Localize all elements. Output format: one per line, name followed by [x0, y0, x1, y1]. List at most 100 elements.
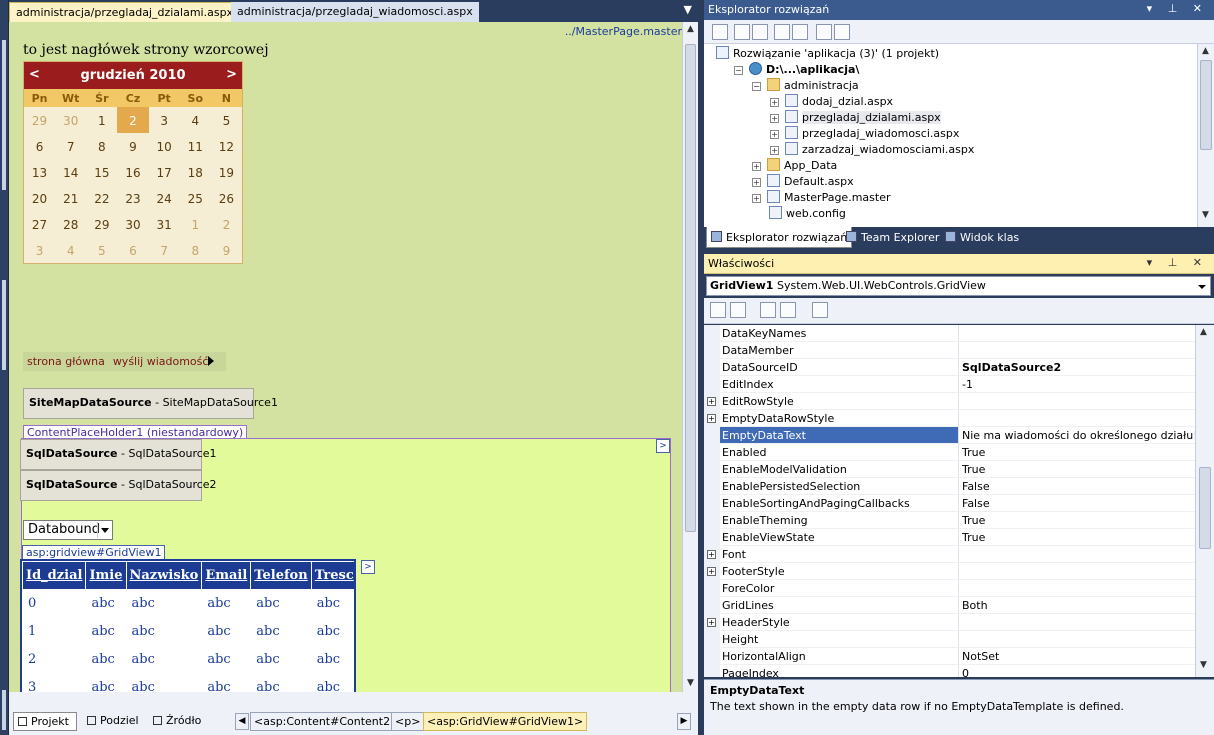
- events-lightning-icon[interactable]: [780, 302, 796, 318]
- property-value[interactable]: SqlDataSource2: [959, 359, 1195, 376]
- property-name[interactable]: DataKeyNames: [720, 325, 959, 342]
- scroll-up-icon[interactable]: ▲: [683, 24, 698, 38]
- scroll-thumb[interactable]: [1200, 60, 1212, 150]
- property-pages-icon[interactable]: [812, 302, 828, 318]
- property-value[interactable]: False: [959, 478, 1195, 495]
- property-row[interactable]: EnableTheming True: [704, 512, 1195, 529]
- crumb-scroll-right-icon[interactable]: ▶: [677, 713, 691, 730]
- property-name[interactable]: EnableModelValidation: [720, 461, 959, 478]
- tree-item[interactable]: + Default.aspx: [752, 174, 854, 190]
- calendar-day[interactable]: 1: [180, 211, 211, 237]
- gridview-header-cell[interactable]: Nazwisko: [125, 561, 203, 590]
- property-value[interactable]: [959, 631, 1195, 648]
- property-name[interactable]: EmptyDataText: [720, 427, 959, 444]
- side-tab[interactable]: [2, 690, 6, 730]
- tree-item[interactable]: + przegladaj_wiadomosci.aspx: [770, 126, 959, 142]
- calendar-day[interactable]: 4: [180, 107, 211, 133]
- tree-item[interactable]: web.config: [752, 206, 846, 222]
- tab-zrodlo[interactable]: Źródło: [149, 712, 213, 731]
- calendar-day[interactable]: 7: [55, 133, 86, 159]
- calendar[interactable]: < grudzień 2010 > Pn Wt Śr Cz Pt So N 29 30 1 2 3 4 5…: [23, 61, 243, 264]
- calendar-day[interactable]: 1: [86, 107, 117, 133]
- tree-item[interactable]: + MasterPage.master: [752, 190, 890, 206]
- property-name[interactable]: DataMember: [720, 342, 959, 359]
- copy-website-icon[interactable]: [816, 24, 832, 40]
- property-row[interactable]: + EmptyDataRowStyle: [704, 410, 1195, 427]
- view-code-icon[interactable]: [774, 24, 790, 40]
- categorized-icon[interactable]: [710, 302, 726, 318]
- calendar-day[interactable]: 3: [149, 107, 180, 133]
- asp-config-icon[interactable]: [834, 24, 850, 40]
- calendar-day[interactable]: 10: [149, 133, 180, 159]
- calendar-day[interactable]: 9: [211, 237, 242, 263]
- property-name[interactable]: Height: [720, 631, 959, 648]
- property-value[interactable]: Both: [959, 597, 1195, 614]
- menu-item-wyslij-wiadomosc[interactable]: wyślij wiadomość: [113, 355, 209, 368]
- calendar-day[interactable]: 3: [24, 237, 55, 263]
- calendar-day[interactable]: 22: [86, 185, 117, 211]
- properties-object-selector[interactable]: GridView1 System.Web.UI.WebControls.Grid…: [706, 276, 1211, 296]
- calendar-day[interactable]: 27: [24, 211, 55, 237]
- calendar-day[interactable]: 30: [55, 107, 86, 133]
- scroll-thumb[interactable]: [1199, 467, 1211, 549]
- property-name[interactable]: Enabled: [720, 444, 959, 461]
- calendar-day[interactable]: 29: [86, 211, 117, 237]
- gridview-header-cell[interactable]: Id_dzial: [22, 561, 87, 590]
- property-value[interactable]: [959, 563, 1195, 580]
- content-placeholder[interactable]: > SqlDataSource - SqlDataSource1 SqlData…: [20, 438, 671, 692]
- expand-icon[interactable]: +: [707, 550, 716, 559]
- calendar-day[interactable]: 25: [180, 185, 211, 211]
- property-row[interactable]: Height: [704, 631, 1195, 648]
- scroll-up-icon[interactable]: ▲: [1198, 46, 1213, 60]
- expand-icon[interactable]: +: [752, 178, 761, 187]
- panel-window-buttons[interactable]: ▾ ⊥ ✕: [1147, 2, 1208, 15]
- collapse-icon[interactable]: −: [752, 82, 761, 91]
- calendar-day[interactable]: 23: [117, 185, 148, 211]
- tree-item[interactable]: Rozwiązanie 'aplikacja (3)' (1 projekt): [716, 46, 939, 62]
- breadcrumb-p[interactable]: <p>: [391, 712, 425, 731]
- property-value[interactable]: [959, 410, 1195, 427]
- toolbox-tab[interactable]: [2, 40, 6, 190]
- gridview-header-cell[interactable]: Imie: [85, 561, 127, 590]
- property-name[interactable]: FooterStyle: [720, 563, 959, 580]
- expand-icon[interactable]: +: [752, 162, 761, 171]
- refresh-icon[interactable]: [734, 24, 750, 40]
- tab-widok-klas[interactable]: Widok klas: [941, 227, 1023, 248]
- gridview[interactable]: Id_dzial Imie Nazwisko Email Telefon Tresc 0a…: [20, 559, 356, 692]
- alphabetical-icon[interactable]: [730, 302, 746, 318]
- tab-projekt[interactable]: Projekt: [13, 712, 77, 731]
- calendar-day[interactable]: 2: [211, 211, 242, 237]
- master-page-path[interactable]: ../MasterPage.master: [565, 25, 682, 38]
- property-value[interactable]: [959, 580, 1195, 597]
- calendar-day[interactable]: 19: [211, 159, 242, 185]
- calendar-day[interactable]: 9: [117, 133, 148, 159]
- horizontal-scrollbar[interactable]: [9, 694, 682, 708]
- property-name[interactable]: EnableSortingAndPagingCallbacks: [720, 495, 959, 512]
- server-explorer-tab[interactable]: [2, 280, 6, 370]
- calendar-day[interactable]: 6: [117, 237, 148, 263]
- property-name[interactable]: EnablePersistedSelection: [720, 478, 959, 495]
- property-row[interactable]: DataMember: [704, 342, 1195, 359]
- sql-datasource-2-control[interactable]: SqlDataSource - SqlDataSource2: [20, 470, 217, 501]
- calendar-day[interactable]: 14: [55, 159, 86, 185]
- property-row[interactable]: EnableSortingAndPagingCallbacks False: [704, 495, 1195, 512]
- tab-przegladaj-wiadomosci[interactable]: administracja/przegladaj_wiadomosci.aspx: [231, 2, 479, 22]
- property-row[interactable]: EnablePersistedSelection False: [704, 478, 1195, 495]
- property-row[interactable]: + HeaderStyle: [704, 614, 1195, 631]
- calendar-day[interactable]: 5: [86, 237, 117, 263]
- property-name[interactable]: PageIndex: [720, 665, 959, 677]
- property-row[interactable]: PageIndex 0: [704, 665, 1195, 677]
- breadcrumb-gridview[interactable]: <asp:GridView#GridView1>: [423, 712, 588, 731]
- property-value[interactable]: [959, 546, 1195, 563]
- calendar-day[interactable]: 18: [180, 159, 211, 185]
- property-name[interactable]: DataSourceID: [720, 359, 959, 376]
- property-value[interactable]: True: [959, 444, 1195, 461]
- chevron-down-icon[interactable]: [97, 522, 111, 538]
- property-row[interactable]: GridLines Both: [704, 597, 1195, 614]
- gridview-header-cell[interactable]: Tresc: [310, 561, 354, 590]
- property-row[interactable]: EnableModelValidation True: [704, 461, 1195, 478]
- calendar-next-link[interactable]: >: [226, 67, 237, 82]
- gridview-header-cell[interactable]: Email: [201, 561, 252, 590]
- calendar-day[interactable]: 20: [24, 185, 55, 211]
- tree-item[interactable]: − D:\...\aplikacja\: [734, 62, 859, 78]
